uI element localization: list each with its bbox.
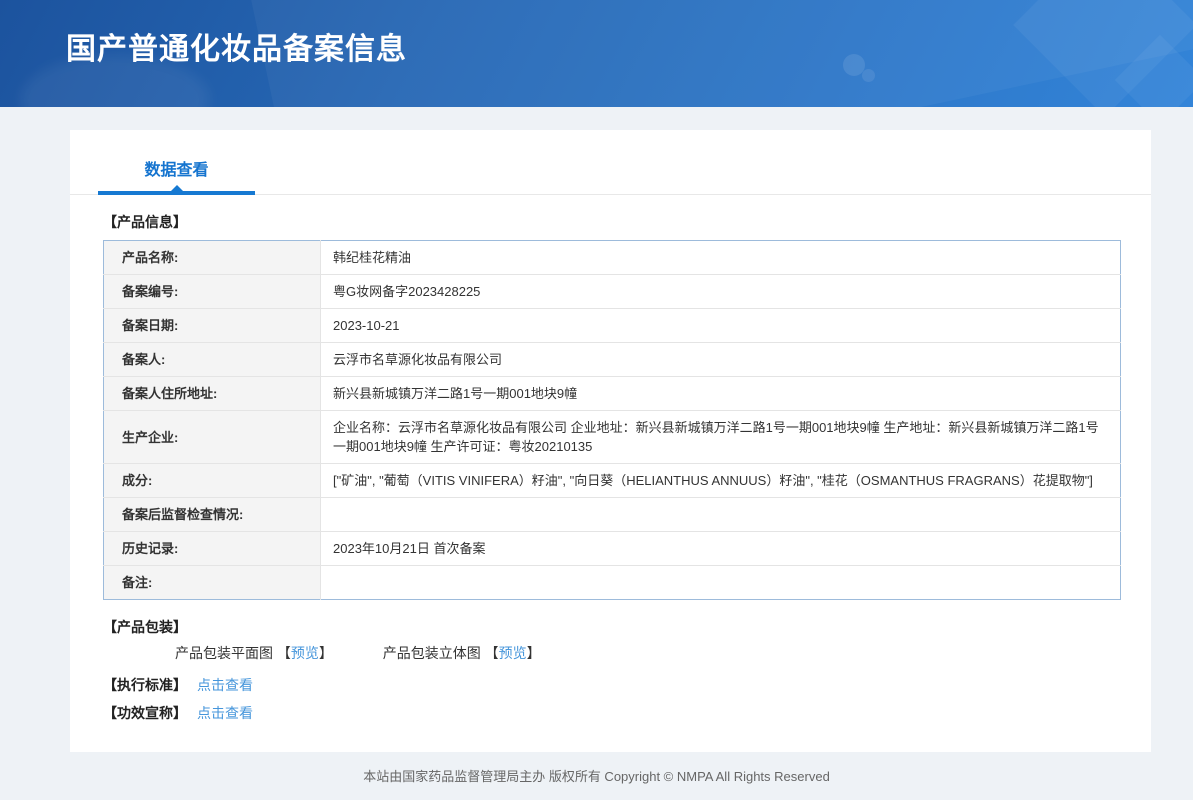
product-info-table: 产品名称: 韩纪桂花精油 备案编号: 粤G妆网备字2023428225 备案日期… xyxy=(103,240,1121,600)
packaging-flat-group: 产品包装平面图 【预览】 xyxy=(175,645,337,661)
section-packaging-title: 【产品包装】 xyxy=(103,618,1121,637)
standard-row: 【执行标准】点击查看 xyxy=(103,675,1121,695)
row-value: 云浮市名草源化妆品有限公司 xyxy=(321,343,1121,377)
packaging-links-row: 产品包装平面图 【预览】 产品包装立体图 【预览】 xyxy=(103,643,1121,663)
page-header: 国产普通化妆品备案信息 xyxy=(0,0,1193,107)
bracket-close: 】 xyxy=(319,645,333,661)
table-row: 备案人住所地址: 新兴县新城镇万洋二路1号一期001地块9幢 xyxy=(104,377,1121,411)
table-row: 历史记录: 2023年10月21日 首次备案 xyxy=(104,532,1121,566)
table-row: 产品名称: 韩纪桂花精油 xyxy=(104,241,1121,275)
page-footer: 本站由国家药品监督管理局主办 版权所有 Copyright © NMPA All… xyxy=(0,752,1193,800)
row-label: 备案日期: xyxy=(104,309,321,343)
row-label: 备案人住所地址: xyxy=(104,377,321,411)
table-row: 备案人: 云浮市名草源化妆品有限公司 xyxy=(104,343,1121,377)
tab-data-view-label: 数据查看 xyxy=(144,162,208,179)
section-efficacy-title: 【功效宣称】 xyxy=(103,705,187,721)
table-row: 成分: ["矿油", "葡萄（VITIS VINIFERA）籽油", "向日葵（… xyxy=(104,464,1121,498)
preview-stereo-link[interactable]: 预览 xyxy=(499,645,527,661)
table-row: 备案后监督检查情况: xyxy=(104,498,1121,532)
table-row: 备案日期: 2023-10-21 xyxy=(104,309,1121,343)
section-product-info-title: 【产品信息】 xyxy=(103,213,1121,232)
row-value: 粤G妆网备字2023428225 xyxy=(321,275,1121,309)
packaging-flat-label: 产品包装平面图 xyxy=(175,645,273,661)
table-row: 备注: xyxy=(104,566,1121,600)
tab-bar: 数据查看 xyxy=(70,130,1151,195)
row-label: 备案后监督检查情况: xyxy=(104,498,321,532)
row-label: 成分: xyxy=(104,464,321,498)
row-label: 备案编号: xyxy=(104,275,321,309)
row-value: 2023年10月21日 首次备案 xyxy=(321,532,1121,566)
tab-active-underline xyxy=(98,191,255,195)
efficacy-row: 【功效宣称】点击查看 xyxy=(103,703,1121,723)
row-value xyxy=(321,498,1121,532)
row-value: 企业名称：云浮市名草源化妆品有限公司 企业地址：新兴县新城镇万洋二路1号一期00… xyxy=(321,411,1121,464)
deco-circle-large xyxy=(843,54,865,76)
bracket-close: 】 xyxy=(527,645,541,661)
section-standard-title: 【执行标准】 xyxy=(103,677,187,693)
row-label: 历史记录: xyxy=(104,532,321,566)
content-card: 数据查看 【产品信息】 产品名称: 韩纪桂花精油 备案编号: 粤G妆网备字202… xyxy=(70,130,1151,752)
row-value: 韩纪桂花精油 xyxy=(321,241,1121,275)
row-label: 备案人: xyxy=(104,343,321,377)
row-label: 备注: xyxy=(104,566,321,600)
tab-data-view[interactable]: 数据查看 xyxy=(98,156,255,194)
bracket-open: 【 xyxy=(485,645,499,661)
row-label: 生产企业: xyxy=(104,411,321,464)
preview-flat-link[interactable]: 预览 xyxy=(291,645,319,661)
row-value: 2023-10-21 xyxy=(321,309,1121,343)
copyright-text: 本站由国家药品监督管理局主办 版权所有 Copyright © NMPA All… xyxy=(363,769,830,784)
deco-circle-small xyxy=(862,69,875,82)
table-row: 生产企业: 企业名称：云浮市名草源化妆品有限公司 企业地址：新兴县新城镇万洋二路… xyxy=(104,411,1121,464)
row-value xyxy=(321,566,1121,600)
card-body: 【产品信息】 产品名称: 韩纪桂花精油 备案编号: 粤G妆网备字20234282… xyxy=(70,213,1151,723)
tab-active-arrow-icon xyxy=(171,185,183,191)
row-value: 新兴县新城镇万洋二路1号一期001地块9幢 xyxy=(321,377,1121,411)
deco-diamond-large xyxy=(1013,0,1193,107)
packaging-stereo-group: 产品包装立体图 【预览】 xyxy=(383,645,541,661)
table-row: 备案编号: 粤G妆网备字2023428225 xyxy=(104,275,1121,309)
packaging-stereo-label: 产品包装立体图 xyxy=(383,645,481,661)
view-standard-link[interactable]: 点击查看 xyxy=(197,677,253,693)
bracket-open: 【 xyxy=(277,645,291,661)
deco-diamond-small xyxy=(1115,35,1193,107)
row-label: 产品名称: xyxy=(104,241,321,275)
view-efficacy-link[interactable]: 点击查看 xyxy=(197,705,253,721)
page-title: 国产普通化妆品备案信息 xyxy=(66,24,407,68)
row-value: ["矿油", "葡萄（VITIS VINIFERA）籽油", "向日葵（HELI… xyxy=(321,464,1121,498)
